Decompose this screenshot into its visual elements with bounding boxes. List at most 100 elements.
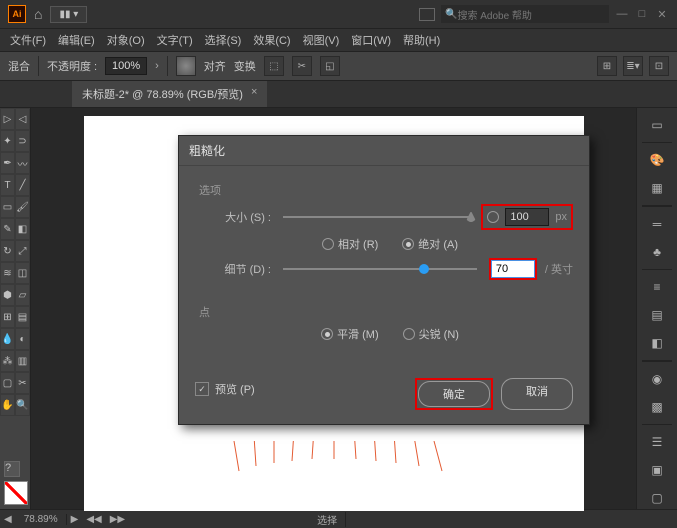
default-fill-icon[interactable]: ? [4, 461, 20, 477]
menu-file[interactable]: 文件(F) [6, 30, 50, 50]
align-menu-icon[interactable]: ≣▾ [623, 56, 643, 76]
symbol-sprayer-tool[interactable]: ⁂ [0, 350, 15, 372]
window-mode-icon[interactable] [419, 8, 435, 21]
panel-color-icon[interactable]: 🎨 [643, 149, 671, 171]
panel-properties-icon[interactable]: ▭ [643, 114, 671, 136]
recolor-icon[interactable] [176, 56, 196, 76]
blend-label: 混合 [8, 58, 30, 74]
type-tool[interactable]: T [0, 174, 15, 196]
align-label[interactable]: 对齐 [204, 58, 226, 74]
workspace-dropdown[interactable]: ▮▮ ▾ [50, 6, 87, 23]
selection-tool[interactable]: ▷ [0, 108, 15, 130]
search-input[interactable]: 🔍 搜索 Adobe 帮助 [441, 5, 609, 23]
hand-tool[interactable]: ✋ [0, 394, 15, 416]
detail-slider[interactable] [283, 268, 477, 270]
opacity-input[interactable]: 100% [105, 57, 147, 75]
ok-button[interactable]: 确定 [418, 381, 490, 407]
detail-row: 细节 (D) : 70 / 英寸 [207, 258, 573, 280]
size-slider[interactable] [283, 216, 469, 218]
tab-close-icon[interactable]: × [251, 86, 257, 102]
menu-view[interactable]: 视图(V) [299, 30, 344, 50]
close-icon[interactable]: ✕ [655, 8, 669, 21]
grid-icon[interactable]: ⊞ [597, 56, 617, 76]
menu-type[interactable]: 文字(T) [153, 30, 197, 50]
panel-transparency-icon[interactable]: ◧ [643, 332, 671, 354]
free-transform-tool[interactable]: ◫ [15, 262, 30, 284]
direct-select-tool[interactable]: ◁ [15, 108, 30, 130]
opacity-more-icon[interactable]: › [155, 60, 159, 72]
zoom-tool[interactable]: 🔍 [15, 394, 30, 416]
panel-stroke-icon[interactable]: ≡ [643, 276, 671, 298]
preview-checkbox[interactable]: ✓ 预览 (P) [195, 381, 255, 397]
size-unit-radio[interactable] [487, 211, 499, 223]
size-row: 大小 (S) : 100 px [207, 204, 573, 230]
panel-gradient-icon[interactable]: ▤ [643, 304, 671, 326]
lasso-tool[interactable]: ⊃ [15, 130, 30, 152]
fill-stroke-swatch[interactable] [4, 481, 28, 505]
size-input[interactable]: 100 [505, 208, 549, 226]
panel-appearance-icon[interactable]: ◉ [643, 368, 671, 390]
brush-tool[interactable]: 🖌 [15, 196, 30, 218]
size-unit: px [555, 211, 567, 223]
options-legend: 选项 [195, 182, 573, 198]
curvature-tool[interactable]: 〰 [15, 152, 30, 174]
menu-effect[interactable]: 效果(C) [249, 30, 294, 50]
panel-artboards-icon[interactable]: ▢ [643, 487, 671, 509]
magic-wand-tool[interactable]: ✦ [0, 130, 15, 152]
points-fieldset: 点 平滑 (M) 尖锐 (N) [195, 296, 573, 354]
panel-swatches-icon[interactable]: ▦ [643, 177, 671, 199]
preview-check-icon: ✓ [195, 382, 209, 396]
panel-layers-icon[interactable]: ☰ [643, 431, 671, 453]
home-icon[interactable]: ⌂ [34, 6, 42, 22]
eyedropper-tool[interactable]: 💧 [0, 328, 15, 350]
statusbar: ◀ 78.89% ▶ ◀◀ ▶▶ 选择 [0, 509, 677, 528]
dialog-title: 粗糙化 [179, 136, 589, 166]
document-tab-label: 未标题-2* @ 78.89% (RGB/预览) [82, 86, 243, 102]
panel-symbols-icon[interactable]: ♣ [643, 241, 671, 263]
control-bar: 混合 不透明度 : 100% › 对齐 变换 ⬚ ✂ ◱ ⊞ ≣▾ ⊡ [0, 52, 677, 81]
shaper-tool[interactable]: ✎ [0, 218, 15, 240]
panel-graphic-styles-icon[interactable]: ▩ [643, 396, 671, 418]
graph-tool[interactable]: ▥ [15, 350, 30, 372]
detail-input[interactable]: 70 [491, 260, 535, 278]
crop-icon[interactable]: ✂ [292, 56, 312, 76]
menu-select[interactable]: 选择(S) [201, 30, 246, 50]
app-topbar: Ai ⌂ ▮▮ ▾ 🔍 搜索 Adobe 帮助 — □ ✕ [0, 0, 677, 29]
transform-label[interactable]: 变换 [234, 58, 256, 74]
menu-help[interactable]: 帮助(H) [399, 30, 444, 50]
detail-slider-thumb[interactable] [419, 264, 429, 274]
menu-edit[interactable]: 编辑(E) [54, 30, 99, 50]
rotate-tool[interactable]: ↻ [0, 240, 15, 262]
maximize-icon[interactable]: □ [635, 8, 649, 20]
relative-radio[interactable]: 相对 (R) [322, 236, 378, 252]
size-value-box: 100 px [481, 204, 573, 230]
panel-brushes-icon[interactable]: ═ [643, 213, 671, 235]
panel-asset-export-icon[interactable]: ▣ [643, 459, 671, 481]
document-tab[interactable]: 未标题-2* @ 78.89% (RGB/预览) × [72, 81, 267, 107]
corner-radio[interactable]: 尖锐 (N) [403, 326, 459, 342]
width-tool[interactable]: ≋ [0, 262, 15, 284]
menu-object[interactable]: 对象(O) [103, 30, 149, 50]
cancel-button[interactable]: 取消 [501, 378, 573, 410]
perspective-tool[interactable]: ▱ [15, 284, 30, 306]
preview-label: 预览 (P) [215, 381, 255, 397]
eraser-tool[interactable]: ◧ [15, 218, 30, 240]
mask-icon[interactable]: ◱ [320, 56, 340, 76]
absolute-radio[interactable]: 绝对 (A) [402, 236, 458, 252]
minimize-icon[interactable]: — [615, 8, 629, 20]
more-icon[interactable]: ⊡ [649, 56, 669, 76]
slice-tool[interactable]: ✂ [15, 372, 30, 394]
artboard-tool[interactable]: ▢ [0, 372, 15, 394]
mesh-tool[interactable]: ⊞ [0, 306, 15, 328]
menu-window[interactable]: 窗口(W) [347, 30, 395, 50]
rect-tool[interactable]: ▭ [0, 196, 15, 218]
scale-tool[interactable]: ⤢ [15, 240, 30, 262]
smooth-radio[interactable]: 平滑 (M) [321, 326, 379, 342]
isolate-icon[interactable]: ⬚ [264, 56, 284, 76]
points-row: 平滑 (M) 尖锐 (N) [207, 326, 573, 342]
blend-tool[interactable]: ◐ [15, 328, 30, 350]
pen-tool[interactable]: ✒ [0, 152, 15, 174]
gradient-tool[interactable]: ▤ [15, 306, 30, 328]
line-tool[interactable]: ╱ [15, 174, 30, 196]
shape-builder-tool[interactable]: ⬢ [0, 284, 15, 306]
